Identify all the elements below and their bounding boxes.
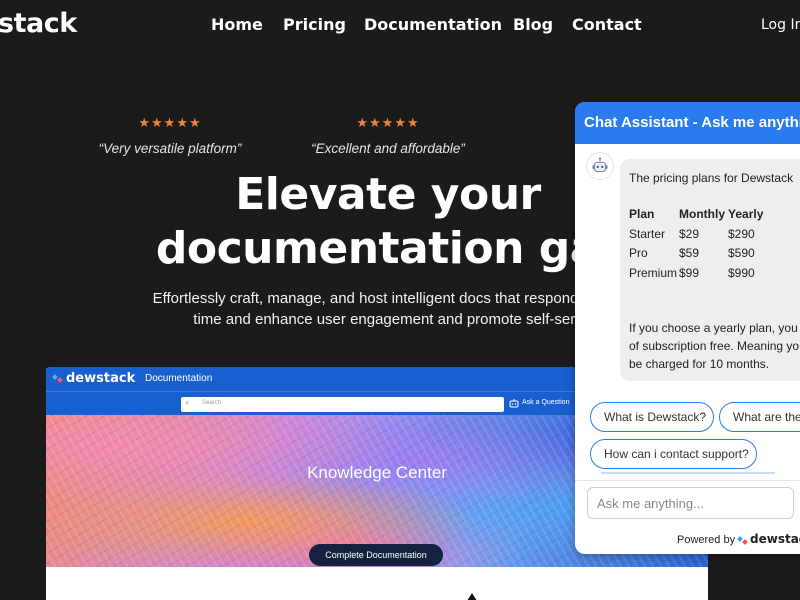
testimonial: ★★★★★ “Excellent and affordable”	[278, 115, 498, 156]
screenshot-search-placeholder: Search	[202, 400, 222, 406]
nav-pricing[interactable]: Pricing	[283, 15, 346, 34]
screenshot-nav-documentation: Documentation	[145, 373, 213, 384]
chat-title: Chat Assistant - Ask me anythin	[584, 114, 800, 131]
rating-stars: ★★★★★	[356, 115, 420, 130]
testimonial-quote: “Very versatile platform”	[98, 141, 242, 156]
dewstack-logo-mark-icon	[52, 374, 63, 383]
testimonial-quote: “Excellent and affordable”	[311, 141, 465, 156]
suggestion-chip[interactable]: What is Dewstack?	[590, 402, 714, 432]
hero-title-line: Elevate your	[235, 169, 541, 220]
table-header: Monthly	[679, 207, 725, 221]
login-link[interactable]: Log In	[761, 17, 800, 33]
table-cell: $59	[679, 246, 700, 260]
screenshot-search-input: ⌕ Search	[181, 397, 504, 412]
bot-icon	[509, 399, 519, 408]
table-cell: $590	[728, 246, 755, 260]
chat-widget: Chat Assistant - Ask me anythin The pric…	[575, 102, 800, 554]
hero-subtitle-line: Effortlessly craft, manage, and host int…	[152, 290, 624, 307]
nav-contact[interactable]: Contact	[572, 15, 642, 34]
dewstack-logo-mark-icon	[737, 536, 748, 545]
testimonial: ★★★★★ “Very versatile platform”	[60, 115, 280, 156]
table-header: Plan	[629, 207, 655, 221]
chat-header: Chat Assistant - Ask me anythin	[575, 102, 800, 144]
bot-icon	[586, 152, 614, 180]
suggestions-scrollbar[interactable]	[601, 472, 775, 474]
suggestion-chip[interactable]: How can i contact support?	[590, 439, 757, 469]
table-cell: Starter	[629, 226, 666, 241]
mouse-cursor-icon	[467, 593, 477, 600]
table-cell: $290	[728, 226, 755, 241]
table-cell: Pro	[629, 246, 648, 260]
main-nav: Home Pricing Documentation Blog Contact	[0, 15, 800, 37]
table-cell: Premium	[629, 265, 678, 280]
powered-by-label: Powered by	[677, 534, 736, 546]
table-header: Yearly	[728, 207, 764, 221]
table-cell: $990	[728, 265, 755, 280]
powered-by-brand[interactable]: dewstack	[750, 532, 800, 546]
hero-subtitle-line: time and enhance user engagement and pro…	[193, 311, 583, 328]
nav-home[interactable]: Home	[211, 15, 263, 34]
suggestion-chip[interactable]: What are the	[719, 402, 800, 432]
hero-title-line: documentation gar	[155, 223, 621, 274]
chat-input[interactable]	[587, 487, 794, 519]
nav-documentation[interactable]: Documentation	[364, 15, 502, 34]
message-intro: The pricing plans for Dewstack	[629, 171, 794, 185]
divider	[575, 480, 800, 481]
screenshot-logo: dewstack	[66, 371, 136, 386]
screenshot-ask-question: Ask a Question	[522, 399, 570, 406]
nav-blog[interactable]: Blog	[513, 15, 553, 34]
assistant-message: The pricing plans for Dewstack Plan Mont…	[620, 159, 800, 381]
table-cell: $29	[679, 226, 700, 241]
complete-documentation-button: Complete Documentation	[309, 544, 443, 566]
table-cell: $99	[679, 265, 700, 280]
message-note: If you choose a yearly plan, you of subs…	[629, 321, 800, 371]
search-icon: ⌕	[185, 398, 190, 407]
rating-stars: ★★★★★	[138, 115, 202, 130]
